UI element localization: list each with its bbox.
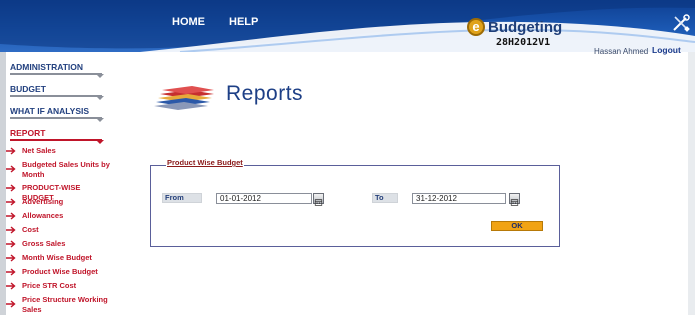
chevron-down-icon [96, 96, 104, 100]
chevron-down-icon [96, 74, 104, 78]
arrow-right-icon [6, 147, 16, 155]
right-border-strip [688, 52, 695, 315]
to-date-input[interactable]: 31-12-2012 [412, 193, 506, 204]
menu-item-label: Net Sales [22, 146, 56, 155]
tools-icon[interactable] [672, 14, 690, 32]
section-label: REPORT [10, 128, 46, 138]
logo-text: Budgeting [488, 19, 563, 36]
section-divider [10, 95, 102, 97]
sidebar: ADMINISTRATION BUDGET WHAT IF ANALYSIS R… [6, 58, 114, 315]
top-header: HOME HELP e Budgeting 28H2012V1 [0, 0, 695, 52]
arrow-right-icon [6, 165, 16, 173]
from-label: From [162, 193, 202, 203]
arrow-right-icon [6, 300, 16, 308]
section-label: BUDGET [10, 84, 46, 94]
menu-item-label: Budgeted Sales Units by Month [22, 160, 110, 179]
section-label: WHAT IF ANALYSIS [10, 106, 90, 116]
sidebar-section-report[interactable]: REPORT [10, 128, 106, 144]
arrow-right-icon [6, 254, 16, 262]
from-date-input[interactable]: 01-01-2012 [216, 193, 312, 204]
panel-legend: Product Wise Budget [166, 158, 244, 167]
nav-home-link[interactable]: HOME [172, 16, 205, 28]
nav-help-link[interactable]: HELP [229, 16, 258, 28]
to-calendar-button[interactable] [509, 193, 520, 206]
menu-item-label: Cost [22, 225, 39, 234]
version-label: 28H2012V1 [496, 37, 551, 48]
menu-item-label: Allowances [22, 211, 64, 220]
to-label: To [372, 193, 398, 203]
arrow-right-icon [6, 268, 16, 276]
sidebar-section-what-if-analysis[interactable]: WHAT IF ANALYSIS [10, 106, 106, 122]
section-divider [10, 139, 102, 141]
calendar-icon [314, 199, 323, 206]
logout-link[interactable]: Logout [652, 45, 681, 55]
sidebar-section-administration[interactable]: ADMINISTRATION [10, 62, 106, 78]
arrow-right-icon [6, 226, 16, 234]
chevron-down-icon [96, 118, 104, 122]
user-name: Hassan Ahmed [594, 47, 649, 56]
arrow-right-icon [6, 212, 16, 220]
e-circle-logo-icon: e [467, 18, 485, 36]
page-title: Reports [226, 82, 304, 105]
from-calendar-button[interactable] [313, 193, 324, 206]
section-divider [10, 117, 102, 119]
section-divider [10, 73, 102, 75]
report-filter-panel [150, 165, 560, 247]
arrow-right-icon [6, 240, 16, 248]
arrow-right-icon [6, 198, 16, 206]
menu-item-label: Month Wise Budget [22, 253, 92, 262]
section-label: ADMINISTRATION [10, 62, 84, 72]
ok-button[interactable]: OK [491, 221, 543, 231]
sidebar-section-budget[interactable]: BUDGET [10, 84, 106, 100]
menu-item-label: Advertising [22, 197, 64, 206]
header-wave-decoration [0, 0, 695, 52]
menu-item-label: Gross Sales [22, 239, 66, 248]
arrow-right-icon [6, 184, 16, 192]
menu-item-label: Product Wise Budget [22, 267, 98, 276]
calendar-icon [510, 199, 519, 206]
menu-item-label: Price Structure Working Sales [22, 295, 108, 314]
chevron-down-icon [96, 140, 104, 144]
menu-item-label: Price STR Cost [22, 281, 77, 290]
arrow-right-icon [6, 282, 16, 290]
stacked-layers-icon [154, 86, 214, 110]
